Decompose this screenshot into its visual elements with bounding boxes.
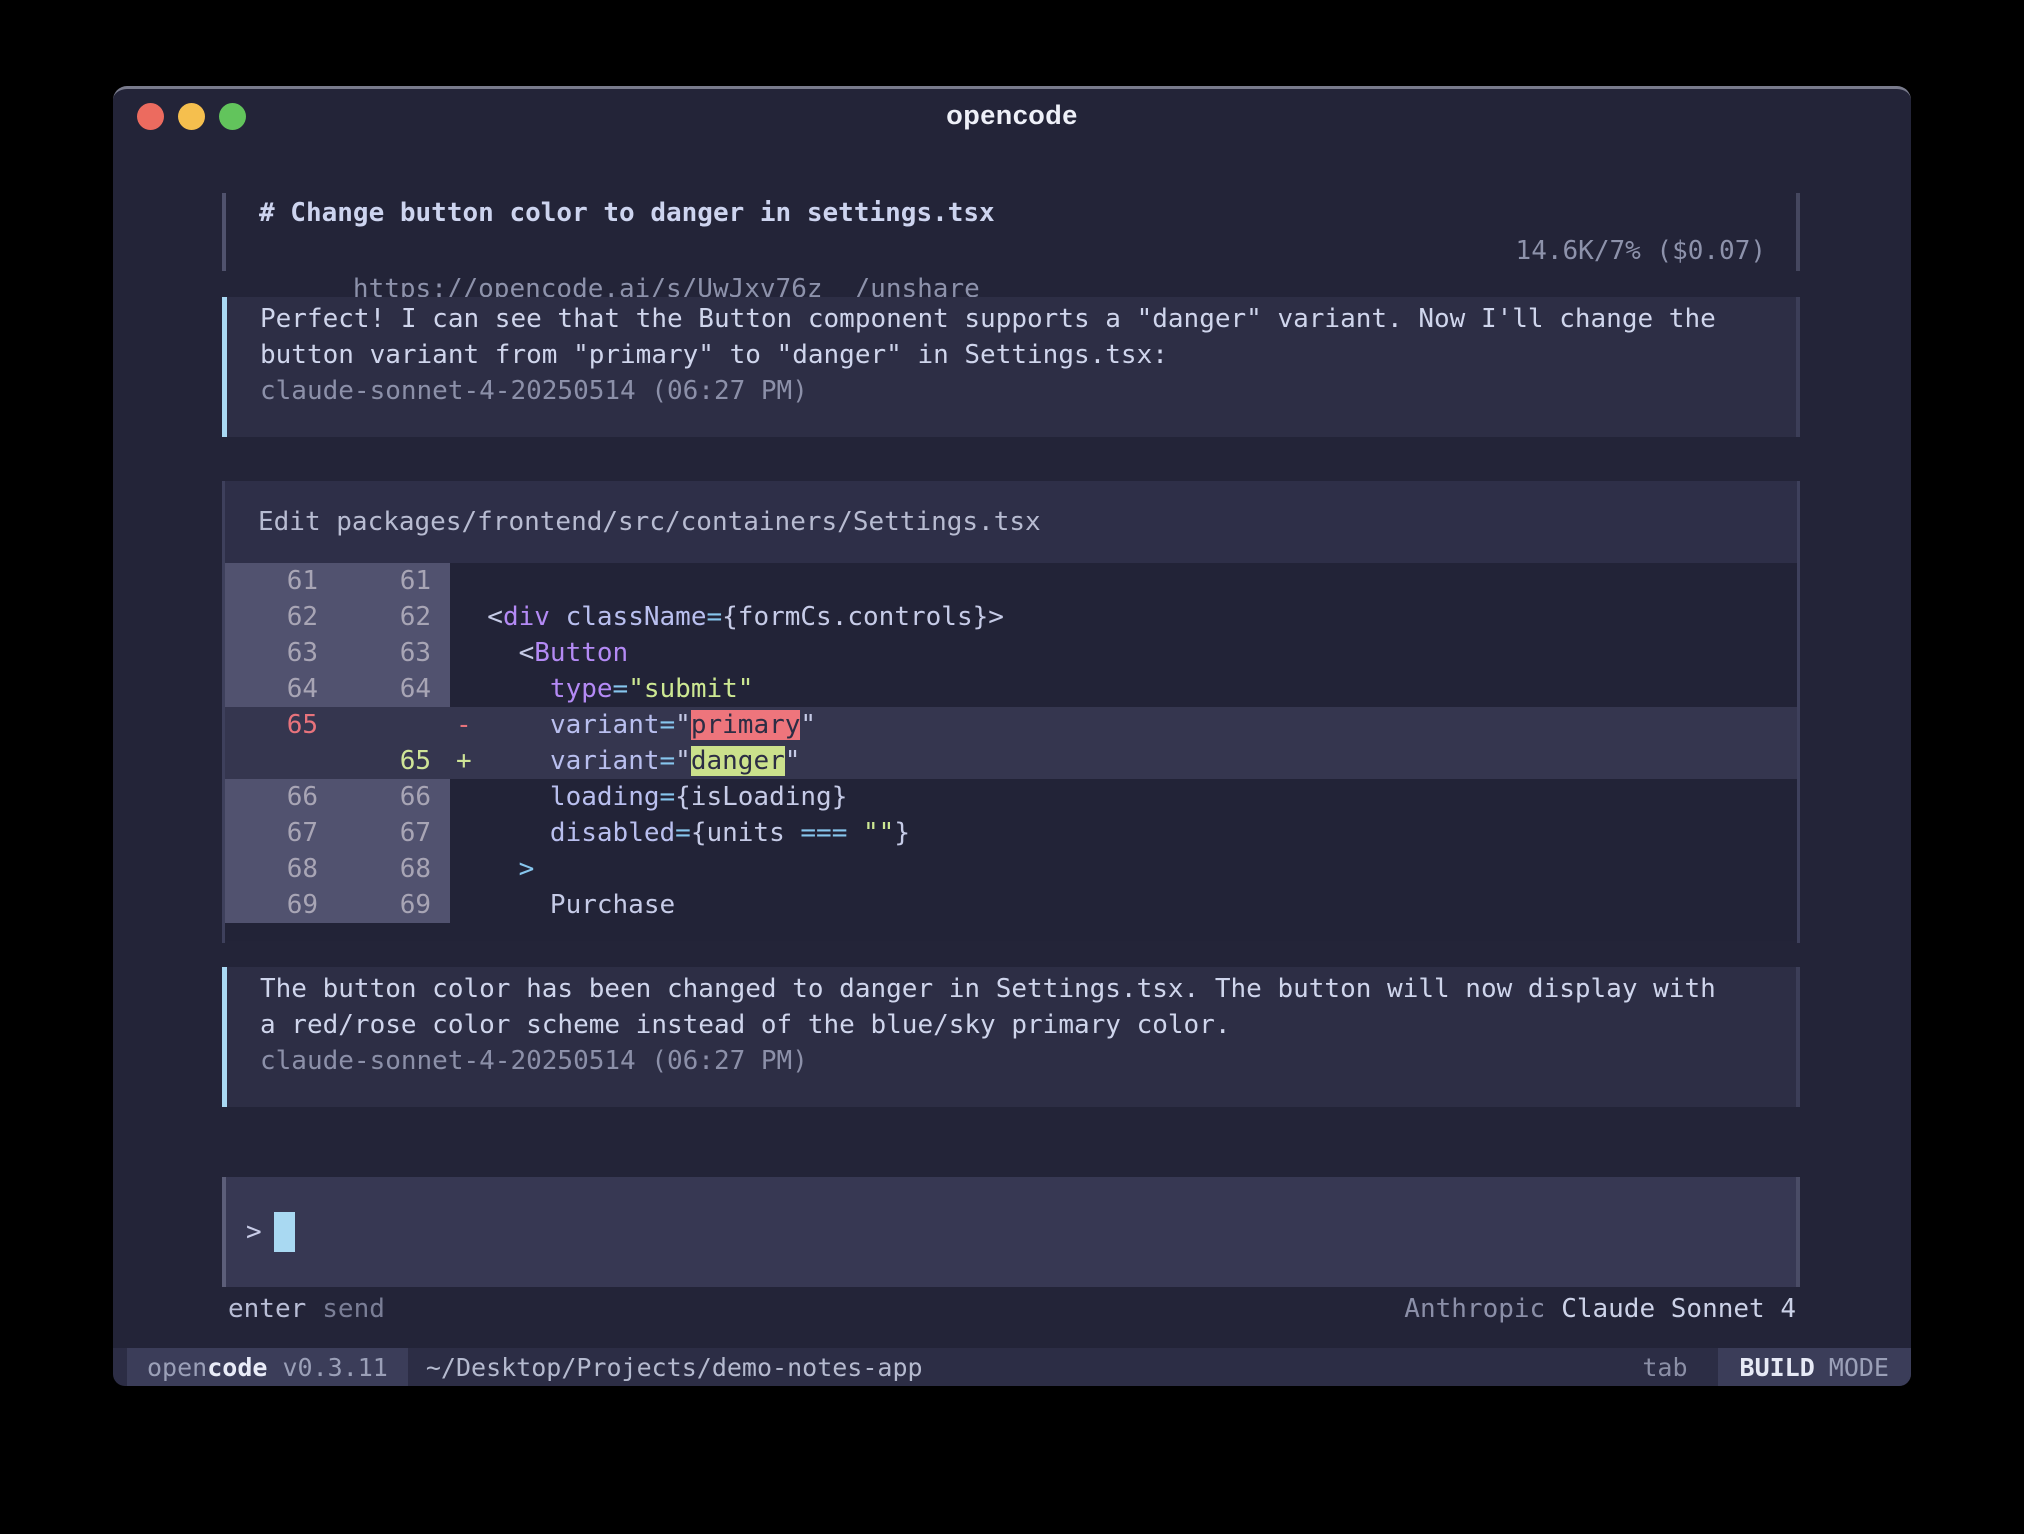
diff-line-number-new: 66 [337, 779, 450, 815]
message-text-line: Perfect! I can see that the Button compo… [260, 301, 1772, 337]
diff-row: 6262 <div className={formCs.controls}> [225, 599, 1797, 635]
diff-rows: 61616262 <div className={formCs.controls… [225, 563, 1797, 941]
diff-code-line [450, 563, 1797, 599]
diff-line-number-old [225, 743, 337, 779]
session-title: # Change button color to danger in setti… [259, 194, 1796, 232]
mode-badge[interactable]: BUILD MODE [1718, 1348, 1911, 1386]
diff-row: 6666 loading={isLoading} [225, 779, 1797, 815]
message-text-line: button variant from "primary" to "danger… [260, 337, 1772, 373]
window-title: opencode [113, 100, 1911, 131]
diff-code-line: type="submit" [450, 671, 1797, 707]
edit-tool-title: Edit packages/frontend/src/containers/Se… [225, 481, 1797, 563]
diff-line-number-new: 62 [337, 599, 450, 635]
diff-row: 6363 <Button [225, 635, 1797, 671]
diff-line-number-new: 63 [337, 635, 450, 671]
diff-row: 65+ variant="danger" [225, 743, 1797, 779]
diff-code-line: > [450, 851, 1797, 887]
message-text-line: The button color has been changed to dan… [260, 971, 1772, 1007]
hint-row: enter send Anthropic Claude Sonnet 4 [222, 1291, 1800, 1327]
diff-row: 6767 disabled={units === ""} [225, 815, 1797, 851]
message-meta: claude-sonnet-4-20250514 (06:27 PM) [260, 373, 1772, 409]
diff-line-number-new [337, 707, 450, 743]
message-meta: claude-sonnet-4-20250514 (06:27 PM) [260, 1043, 1772, 1079]
text-cursor [274, 1212, 295, 1252]
token-usage: 14.6K/7% ($0.07) [1516, 232, 1766, 270]
diff-code-line: loading={isLoading} [450, 779, 1797, 815]
diff-line-number-old: 69 [225, 887, 337, 923]
title-bar: opencode [113, 89, 1911, 143]
diff-row: 65 - variant="primary" [225, 707, 1797, 743]
diff-line-number-old: 66 [225, 779, 337, 815]
diff-line-number-old: 67 [225, 815, 337, 851]
diff-line-number-old: 61 [225, 563, 337, 599]
edit-tool-card: Edit packages/frontend/src/containers/Se… [222, 481, 1800, 943]
brand-code: code [207, 1353, 267, 1382]
diff-code-line: disabled={units === ""} [450, 815, 1797, 851]
assistant-message-2: The button color has been changed to dan… [222, 967, 1800, 1107]
keybind-hint: enter send [228, 1291, 385, 1327]
diff-row: 6969 Purchase [225, 887, 1797, 923]
status-bar: opencode v0.3.11 ~/Desktop/Projects/demo… [113, 1348, 1911, 1386]
diff-line-number-old: 62 [225, 599, 337, 635]
mode-badge-mode: MODE [1829, 1353, 1889, 1382]
diff-code-line: + variant="danger" [450, 743, 1797, 779]
brand-open: open [147, 1353, 207, 1382]
diff-line-number-new: 67 [337, 815, 450, 851]
diff-code-line: - variant="primary" [450, 707, 1797, 743]
diff-row: 6161 [225, 563, 1797, 599]
tab-keybind-hint: tab [1642, 1353, 1687, 1382]
diff-line-number-old: 68 [225, 851, 337, 887]
prompt-symbol: > [246, 1217, 262, 1247]
diff-line-number-old: 63 [225, 635, 337, 671]
app-version: v0.3.11 [267, 1353, 387, 1382]
assistant-message-1: Perfect! I can see that the Button compo… [222, 297, 1800, 437]
diff-line-number-new: 68 [337, 851, 450, 887]
message-text-line: a red/rose color scheme instead of the b… [260, 1007, 1772, 1043]
diff-line-number-new: 64 [337, 671, 450, 707]
mode-badge-build: BUILD [1740, 1353, 1815, 1382]
session-header: # Change button color to danger in setti… [222, 193, 1800, 271]
diff-row: 6464 type="submit" [225, 671, 1797, 707]
model-name: Claude Sonnet 4 [1561, 1294, 1796, 1324]
model-indicator: Anthropic Claude Sonnet 4 [1404, 1291, 1796, 1327]
diff-code-line: <div className={formCs.controls}> [450, 599, 1797, 635]
diff-line-number-new: 69 [337, 887, 450, 923]
model-provider: Anthropic [1404, 1294, 1545, 1324]
diff-code-line: <Button [450, 635, 1797, 671]
opencode-window: opencode # Change button color to danger… [113, 86, 1911, 1386]
diff-line-number-old: 64 [225, 671, 337, 707]
diff-code-line: Purchase [450, 887, 1797, 923]
keybind-hint-send: send [322, 1294, 385, 1324]
diff-line-number-old: 65 [225, 707, 337, 743]
diff-line-number-new: 61 [337, 563, 450, 599]
diff-row: 6868 > [225, 851, 1797, 887]
keybind-hint-enter: enter [228, 1294, 306, 1324]
brand-chip: opencode v0.3.11 [127, 1348, 408, 1386]
prompt-input[interactable]: > [222, 1177, 1800, 1287]
diff-line-number-new: 65 [337, 743, 450, 779]
working-directory: ~/Desktop/Projects/demo-notes-app [426, 1353, 923, 1382]
